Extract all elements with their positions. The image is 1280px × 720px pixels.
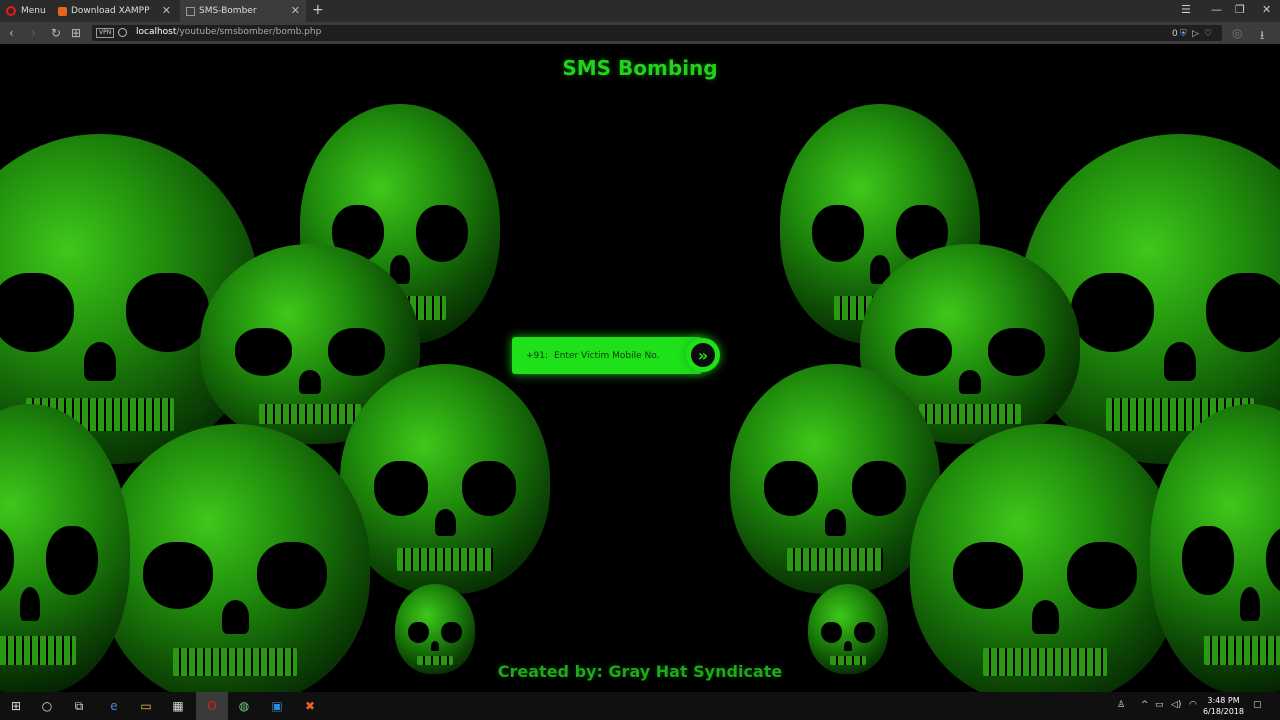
cortana-search-icon[interactable]: ○	[38, 697, 56, 715]
store-icon[interactable]: ▦	[169, 697, 187, 715]
app-window-icon[interactable]: ▣	[268, 697, 286, 715]
vpn-badge[interactable]: VPN	[96, 28, 115, 38]
menu-label: Menu	[21, 6, 46, 16]
tab-sms-bomber[interactable]: SMS-Bomber ✕	[180, 0, 306, 22]
page-title: SMS Bombing	[562, 56, 718, 80]
tab-close-icon[interactable]: ✕	[162, 4, 171, 17]
browser-tab-bar: Menu Download XAMPP ✕ SMS-Bomber ✕ + ☰ —…	[0, 0, 1280, 22]
url-path: /youtube/smsbomber/bomb.php	[176, 27, 322, 37]
windows-start-icon[interactable]: ⊞	[7, 697, 25, 715]
new-tab-plus-icon[interactable]: +	[312, 2, 324, 18]
bomb-form: +91: Enter Victim Mobile No. »	[512, 335, 722, 377]
opera-logo-icon	[6, 6, 16, 16]
tab-close-icon[interactable]: ✕	[291, 4, 300, 17]
adblock-count: 0	[1172, 29, 1178, 39]
send-icon[interactable]: ▷	[1192, 29, 1199, 39]
battery-icon[interactable]: ▭	[1155, 700, 1164, 710]
globe-icon	[118, 28, 127, 37]
taskbar-clock[interactable]: 3:48 PM 6/18/2018	[1203, 695, 1244, 717]
forward-icon[interactable]: ›	[31, 26, 36, 40]
file-explorer-icon[interactable]: ▭	[137, 697, 155, 715]
browser-menu-button[interactable]: Menu	[0, 0, 52, 22]
clock-time: 3:48 PM	[1207, 696, 1240, 705]
address-bar-row: ‹ › ↻ ⊞ VPN localhost/youtube/smsbomber/…	[0, 22, 1280, 44]
xampp-favicon-icon	[58, 6, 67, 16]
tab-title: SMS-Bomber	[199, 6, 257, 16]
action-center-icon[interactable]: ▢	[1253, 700, 1262, 710]
edge-browser-icon[interactable]: e	[105, 697, 123, 715]
country-code-prefix: +91:	[526, 350, 549, 361]
volume-icon[interactable]: ◁)	[1171, 700, 1181, 710]
back-icon[interactable]: ‹	[9, 26, 14, 40]
bookmark-heart-icon[interactable]: ♡	[1204, 29, 1212, 39]
account-icon[interactable]: ◎	[1232, 26, 1242, 40]
reload-icon[interactable]: ↻	[51, 26, 61, 40]
close-window-icon[interactable]: ✕	[1262, 3, 1271, 16]
speed-dial-icon[interactable]: ⊞	[71, 26, 81, 40]
minimize-icon[interactable]: —	[1211, 3, 1222, 16]
restore-icon[interactable]: ❐	[1235, 3, 1245, 16]
xampp-icon[interactable]: ✖	[301, 697, 319, 715]
tab-menu-icon[interactable]: ☰	[1181, 3, 1191, 16]
tab-download-xampp[interactable]: Download XAMPP ✕	[52, 0, 177, 22]
credits-footer: Created by: Gray Hat Syndicate	[497, 662, 783, 681]
tab-title: Download XAMPP	[71, 6, 150, 16]
task-view-icon[interactable]: ⧉	[70, 697, 88, 715]
clock-date: 6/18/2018	[1202, 707, 1244, 716]
mobile-number-input[interactable]: +91: Enter Victim Mobile No.	[512, 337, 702, 374]
wifi-icon[interactable]: ◠	[1189, 700, 1197, 710]
page-favicon-icon	[186, 6, 195, 16]
people-icon[interactable]: ♙	[1117, 700, 1125, 710]
show-hidden-icons-icon[interactable]: ^	[1141, 700, 1149, 710]
double-chevron-right-icon: »	[691, 343, 715, 367]
url-host: localhost	[136, 27, 177, 37]
url-field[interactable]: VPN localhost/youtube/smsbomber/bomb.php…	[92, 25, 1222, 41]
network-app-icon[interactable]: ◍	[235, 697, 253, 715]
mobile-number-placeholder: Enter Victim Mobile No.	[554, 350, 660, 361]
page-viewport: SMS Bombing +91: Enter Victim Mobile No.…	[0, 44, 1280, 692]
windows-taskbar: ⊞ ○ ⧉ e ▭ ▦ O ◍ ▣ ✖ ♙ ^ ▭ ◁) ◠ 3:48 PM 6…	[0, 692, 1280, 720]
url-text: localhost/youtube/smsbomber/bomb.php	[136, 27, 321, 37]
submit-button[interactable]: »	[686, 338, 720, 372]
opera-browser-icon[interactable]: O	[203, 697, 221, 715]
adblock-shield-icon[interactable]: ⛨	[1180, 29, 1187, 39]
